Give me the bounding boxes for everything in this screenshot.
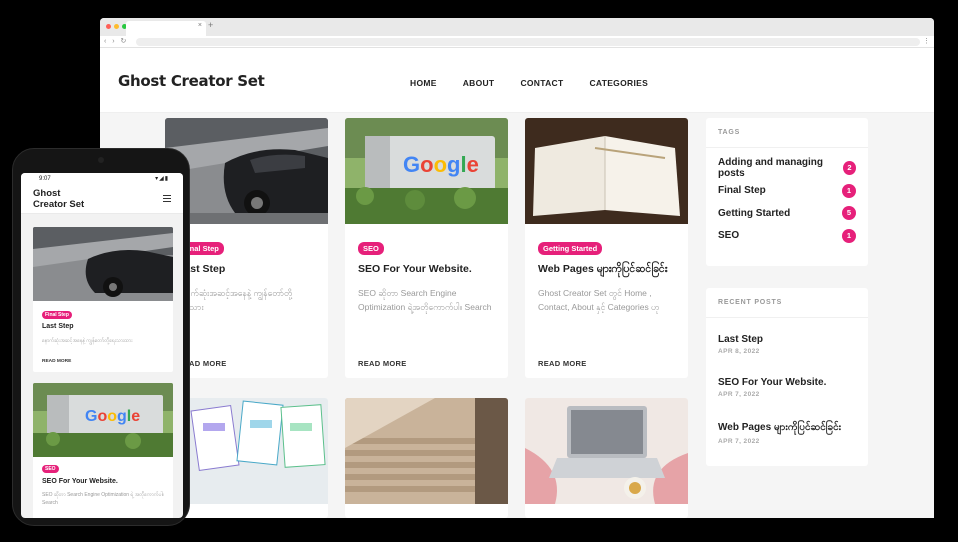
mobile-brand-line2: Creator Set [33, 199, 85, 210]
svg-text:Google: Google [403, 152, 479, 177]
post-excerpt: နောက်ဆုံးအဆင့်အနေနဲ့ ကျွန်တော်တို့ရေးသား… [42, 338, 133, 344]
nav-contact[interactable]: CONTACT [520, 78, 563, 88]
stairs-image[interactable] [345, 398, 508, 504]
camera-icon [98, 157, 104, 163]
tag-name[interactable]: Final Step [718, 185, 766, 196]
recent-posts-widget: RECENT POSTS Last Step APR 8, 2022 SEO F… [706, 288, 868, 466]
mobile-brand[interactable]: Ghost Creator Set [33, 188, 103, 210]
nav-categories[interactable]: CATEGORIES [589, 78, 648, 88]
url-input[interactable] [136, 38, 920, 46]
mobile-brand-line1: Ghost [33, 188, 61, 199]
read-more-link[interactable]: READ MORE [538, 359, 587, 368]
post-tag[interactable]: SEO [358, 242, 384, 255]
browser-menu-icon[interactable]: ⋮ [923, 36, 930, 48]
tag-item[interactable]: Getting Started 5 [706, 202, 868, 225]
post-title[interactable]: SEO For Your Website. [42, 478, 118, 485]
laptop-image[interactable] [525, 398, 688, 504]
mobile-status-bar: 9:07 ▾◢▮ [21, 173, 183, 186]
tag-name[interactable]: Getting Started [718, 208, 790, 219]
post-card[interactable] [525, 398, 688, 518]
tag-count-badge: 5 [842, 206, 856, 221]
status-time: 9:07 [39, 176, 51, 182]
browser-tab[interactable]: × [126, 21, 206, 36]
recent-post-title[interactable]: SEO For Your Website. [718, 377, 856, 388]
new-tab-icon[interactable]: + [208, 20, 213, 30]
post-title[interactable]: Web Pages များကိုပြင်ဆင်ခြင်း [538, 263, 667, 278]
tag-item[interactable]: Final Step 1 [706, 180, 868, 203]
recent-post-title[interactable]: Web Pages များကိုပြင်ဆင်ခြင်း [718, 420, 856, 435]
minimize-window-icon[interactable] [114, 24, 119, 29]
tag-count-badge: 1 [842, 228, 856, 243]
recent-post-item[interactable]: Last Step APR 8, 2022 [706, 334, 868, 377]
google-sign-image[interactable]: Google [345, 118, 508, 224]
post-excerpt: SEO ဆိုတာ Search Engine Optimization ရဲ့… [358, 288, 492, 312]
post-tag[interactable]: Final Step [42, 311, 72, 319]
post-card[interactable]: Getting Started Web Pages များကိုပြင်ဆင်… [525, 118, 688, 378]
read-more-link[interactable]: READ MORE [358, 359, 407, 368]
nav-home[interactable]: HOME [410, 78, 437, 88]
svg-text:Google: Google [85, 408, 140, 425]
post-card[interactable]: Google SEO SEO For Your Website. SEO ဆို… [345, 118, 508, 378]
post-excerpt: SEO ဆိုတာ Search Engine Optimization ရဲ့… [42, 492, 164, 506]
post-title[interactable]: Last Step [42, 323, 74, 330]
mobile-post-card[interactable]: Google SEO SEO For Your Website. SEO ဆို… [33, 383, 173, 518]
mobile-screen: 9:07 ▾◢▮ Ghost Creator Set Final Step La… [21, 173, 183, 518]
tag-name[interactable]: Adding and managing posts [718, 157, 843, 179]
post-tag[interactable]: SEO [42, 465, 59, 473]
site-header: Ghost Creator Set HOME ABOUT CONTACT CAT… [100, 48, 934, 113]
car-image[interactable] [33, 227, 173, 301]
post-title[interactable]: SEO For Your Website. [358, 263, 472, 275]
post-tag[interactable]: Getting Started [538, 242, 603, 255]
recent-post-date: APR 7, 2022 [718, 438, 760, 445]
mobile-post-card[interactable]: Final Step Last Step နောက်ဆုံးအဆင့်အနေနဲ… [33, 227, 173, 372]
close-window-icon[interactable] [106, 24, 111, 29]
browser-address-bar: ‹ › ↻ ⋮ [100, 36, 934, 48]
google-sign-image[interactable]: Google [33, 383, 173, 457]
main-nav: HOME ABOUT CONTACT CATEGORIES [410, 78, 648, 88]
notebook-image[interactable] [525, 118, 688, 224]
tab-close-icon[interactable]: × [198, 22, 202, 29]
status-icons: ▾◢▮ [155, 176, 169, 182]
recent-posts-title: RECENT POSTS [706, 288, 868, 318]
tag-count-badge: 1 [842, 183, 856, 198]
recent-post-item[interactable]: Web Pages များကိုပြင်ဆင်ခြင်း APR 7, 202… [706, 420, 868, 463]
desktop-browser-window: × + ‹ › ↻ ⋮ Ghost Creator Set HOME ABOUT… [100, 18, 934, 518]
nav-about[interactable]: ABOUT [463, 78, 495, 88]
site-brand[interactable]: Ghost Creator Set [118, 72, 265, 90]
recent-post-date: APR 8, 2022 [718, 348, 760, 355]
tags-widget: TAGS Adding and managing posts 2 Final S… [706, 118, 868, 266]
post-excerpt: Ghost Creator Set တွင် Home , Contact, A… [538, 288, 660, 312]
hamburger-menu-icon[interactable] [163, 195, 171, 204]
recent-post-item[interactable]: SEO For Your Website. APR 7, 2022 [706, 377, 868, 420]
post-card[interactable] [345, 398, 508, 518]
tag-item[interactable]: SEO 1 [706, 225, 868, 248]
tag-count-badge: 2 [842, 161, 856, 176]
tags-widget-title: TAGS [706, 118, 868, 148]
recent-post-date: APR 7, 2022 [718, 391, 760, 398]
read-more-link[interactable]: READ MORE [42, 359, 71, 364]
browser-tab-bar: × + [100, 18, 934, 36]
mockup-stage: × + ‹ › ↻ ⋮ Ghost Creator Set HOME ABOUT… [0, 0, 958, 542]
tag-item[interactable]: Adding and managing posts 2 [706, 157, 868, 180]
post-excerpt: နောက်ဆုံးအဆင့်အနေနဲ့ ကျွန်တော်တို့ရေးသား [178, 288, 293, 312]
navigation-arrows-icon[interactable]: ‹ › ↻ [104, 36, 128, 48]
tag-name[interactable]: SEO [718, 230, 739, 241]
mobile-phone-frame: 9:07 ▾◢▮ Ghost Creator Set Final Step La… [12, 148, 190, 526]
mobile-header: Ghost Creator Set [21, 186, 183, 214]
window-controls [106, 24, 127, 29]
recent-post-title[interactable]: Last Step [718, 334, 856, 345]
